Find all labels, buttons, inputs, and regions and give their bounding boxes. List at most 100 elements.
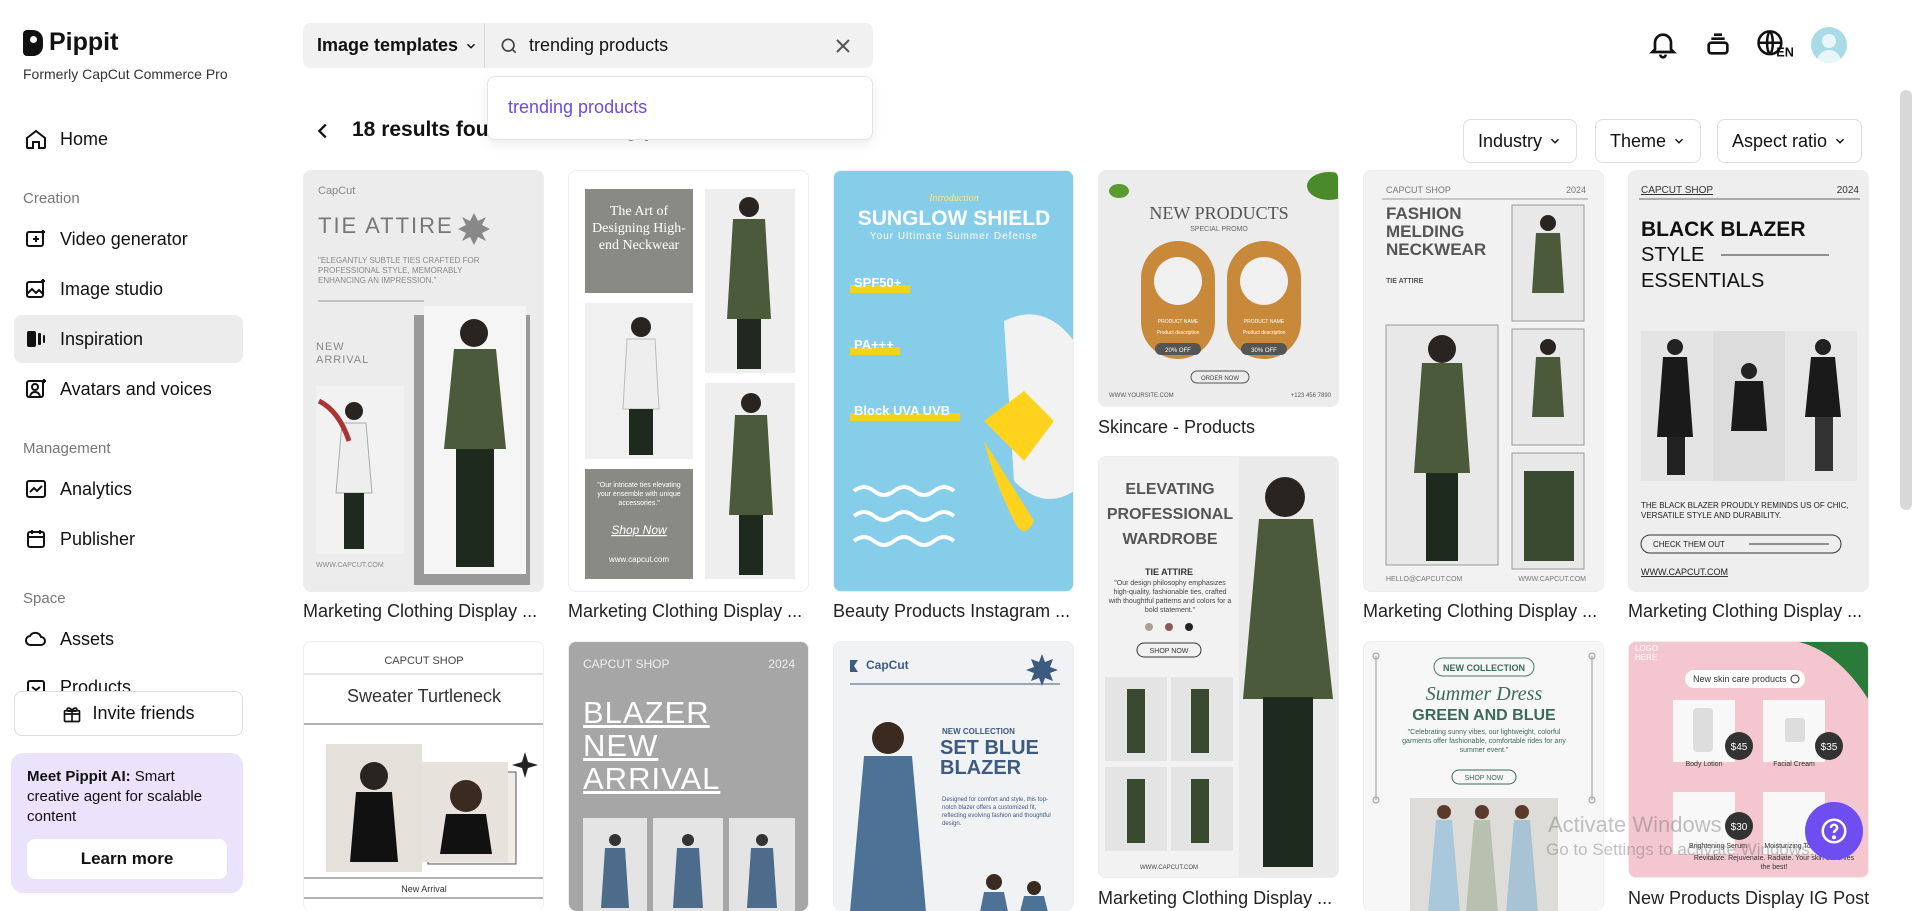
template-kicker: NEW COLLECTION: [942, 727, 1015, 736]
home-icon: [26, 129, 46, 149]
template-shop: CAPCUT SHOP: [1641, 185, 1713, 196]
template-url: WWW.CAPCUT.COM: [1641, 567, 1728, 577]
template-card-blazer-new-arrival[interactable]: CAPCUT SHOP 2024 BLAZER NEW ARRIVAL: [568, 641, 809, 911]
nav-publisher[interactable]: Publisher: [14, 515, 243, 563]
template-shop: CAPCUT SHOP: [1386, 185, 1451, 195]
price-badge: $45: [1731, 742, 1748, 753]
product-name: PRODUCT NAME: [1244, 319, 1285, 325]
section-space: Space: [23, 590, 66, 607]
template-subtitle: SPECIAL PROMO: [1190, 226, 1248, 233]
nav-home-label: Home: [60, 128, 109, 149]
filter-industry[interactable]: Industry: [1463, 119, 1578, 163]
discount-badge: 20% OFF: [1165, 348, 1191, 354]
starburst-icon: [458, 213, 490, 245]
template-type-select[interactable]: Image templates: [303, 23, 485, 68]
template-card-sunglow-shield[interactable]: Introduction SUNGLOW SHIELD Your Ultimat…: [833, 170, 1074, 592]
calendar-icon: [27, 530, 45, 548]
template-title: FASHION MELDING NECKWEAR: [1386, 205, 1487, 259]
template-card-elevating-wardrobe[interactable]: ELEVATING PROFESSIONAL WARDROBE TIE ATTI…: [1098, 456, 1339, 878]
template-card-art-of-neckwear[interactable]: The Art of Designing High-end Neckwear "…: [568, 170, 809, 592]
template-url: WWW.CAPCUT.COM: [316, 562, 384, 569]
template-preview: Introduction SUNGLOW SHIELD Your Ultimat…: [834, 171, 1073, 591]
template-year: 2024: [768, 657, 795, 671]
nav-avatars[interactable]: Avatars and voices: [14, 365, 243, 413]
section-management: Management: [23, 440, 111, 457]
price-badge: $30: [1731, 822, 1748, 833]
search-suggestion-item[interactable]: trending products: [508, 97, 647, 117]
page-scrollbar[interactable]: [1900, 90, 1912, 510]
card-caption: Marketing Clothing Display ...: [1363, 601, 1598, 621]
promo-text: Meet Pippit AI: Smart creative agent for…: [27, 767, 227, 827]
nav-video-generator[interactable]: Video generator: [14, 215, 243, 263]
nav-image-studio[interactable]: Image studio: [14, 265, 243, 313]
template-tag: TIE ATTIRE: [1386, 278, 1424, 285]
globe-language-icon[interactable]: EN: [1756, 28, 1794, 60]
invite-friends-label: Invite friends: [92, 703, 195, 723]
template-quote: "Our intricate ties elevating your ensem…: [597, 482, 681, 507]
search-field[interactable]: trending products: [485, 34, 873, 58]
template-cta: CHECK THEM OUT: [1653, 540, 1725, 549]
template-card-sweater-turtleneck[interactable]: CAPCUT SHOP Sweater Turtleneck New Arriv…: [303, 641, 544, 911]
template-card-new-products[interactable]: NEW PRODUCTS SPECIAL PROMO PRODUCT NAME …: [1098, 170, 1339, 407]
template-preview: CAPCUT SHOP Sweater Turtleneck New Arriv…: [304, 655, 543, 899]
gift-icon: [64, 706, 81, 722]
price-badge: $35: [1821, 742, 1838, 753]
template-card-tie-attire[interactable]: CapCut TIE ATTIRE "ELEGANTLY SUBTLE TIES…: [303, 170, 544, 592]
template-feature: Block UVA UVB: [854, 403, 950, 418]
template-tag: New Arrival: [401, 884, 447, 894]
template-card-fashion-melding[interactable]: CAPCUT SHOP 2024 FASHION MELDING NECKWEA…: [1363, 170, 1604, 592]
product-description: Product description: [1243, 330, 1286, 336]
filter-theme[interactable]: Theme: [1595, 119, 1702, 163]
template-body: "Our design philosophy emphasizes high-q…: [1108, 580, 1232, 614]
filter-industry-label: Industry: [1478, 130, 1543, 151]
analytics-icon: [26, 480, 46, 498]
template-url: www.capcut.com: [608, 555, 669, 564]
template-brand: CapCut: [866, 658, 909, 672]
template-title: ELEVATING PROFESSIONAL WARDROBE: [1106, 481, 1234, 548]
template-preview: CapCut TIE ATTIRE "ELEGANTLY SUBTLE TIES…: [316, 185, 530, 585]
cloud-icon: [24, 631, 46, 646]
layers-icon[interactable]: [1702, 28, 1734, 60]
help-button[interactable]: [1805, 802, 1863, 860]
user-avatar[interactable]: [1811, 27, 1847, 63]
card-caption: Skincare - Products: [1098, 417, 1256, 437]
nav-video-generator-label: Video generator: [60, 228, 188, 249]
learn-more-button[interactable]: Learn more: [27, 839, 227, 879]
chevron-down-icon: [1675, 138, 1684, 144]
back-arrow-icon[interactable]: [312, 120, 334, 142]
invite-friends-button[interactable]: Invite friends: [14, 691, 243, 736]
nav-publisher-label: Publisher: [60, 528, 136, 549]
template-cta: ORDER NOW: [1201, 376, 1239, 382]
nav-analytics[interactable]: Analytics: [14, 465, 243, 513]
nav-assets[interactable]: Assets: [14, 615, 243, 663]
template-phone: +123 456 7890: [1291, 393, 1332, 399]
nav-avatars-label: Avatars and voices: [60, 378, 212, 399]
template-tag: NEW ARRIVAL: [316, 341, 370, 366]
template-card-summer-dress[interactable]: NEW COLLECTION Summer Dress GREEN AND BL…: [1363, 641, 1604, 911]
template-brand: CapCut: [318, 185, 355, 197]
svg-text:EN: EN: [1776, 46, 1794, 60]
brand-logo[interactable]: Pippit: [23, 28, 118, 57]
video-plus-icon: [26, 230, 45, 247]
template-card-black-blazer[interactable]: CAPCUT SHOP 2024 BLACK BLAZER STYLE ESSE…: [1628, 170, 1869, 592]
template-title: BLACK BLAZER: [1641, 218, 1805, 241]
nav-inspiration[interactable]: Inspiration: [14, 315, 243, 363]
template-preview: CAPCUT SHOP 2024 BLACK BLAZER STYLE ESSE…: [1639, 185, 1860, 577]
sidebar: Pippit Formerly CapCut Commerce Pro Home…: [0, 0, 258, 911]
search-input[interactable]: trending products: [529, 35, 821, 56]
template-card-set-blue-blazer[interactable]: CapCut NEW COLLECTION SET BLUE BLAZER De…: [833, 641, 1074, 911]
inspiration-icon: [27, 331, 45, 347]
nav-image-studio-label: Image studio: [60, 278, 164, 299]
template-title-line2: GREEN AND BLUE: [1412, 707, 1556, 724]
template-preview: NEW PRODUCTS SPECIAL PROMO PRODUCT NAME …: [1099, 171, 1338, 406]
avatar-icon: [26, 379, 46, 398]
filter-aspect-ratio[interactable]: Aspect ratio: [1717, 119, 1863, 163]
image-icon: [26, 279, 45, 298]
nav-home[interactable]: Home: [14, 115, 243, 163]
template-search: New skin care products: [1693, 674, 1787, 684]
template-title-line2: STYLE: [1641, 244, 1704, 266]
template-title: Summer Dress: [1426, 683, 1543, 705]
bell-icon[interactable]: [1647, 28, 1679, 60]
template-subtitle: Your Ultimate Summer Defense: [870, 231, 1038, 242]
close-icon[interactable]: [831, 34, 855, 58]
